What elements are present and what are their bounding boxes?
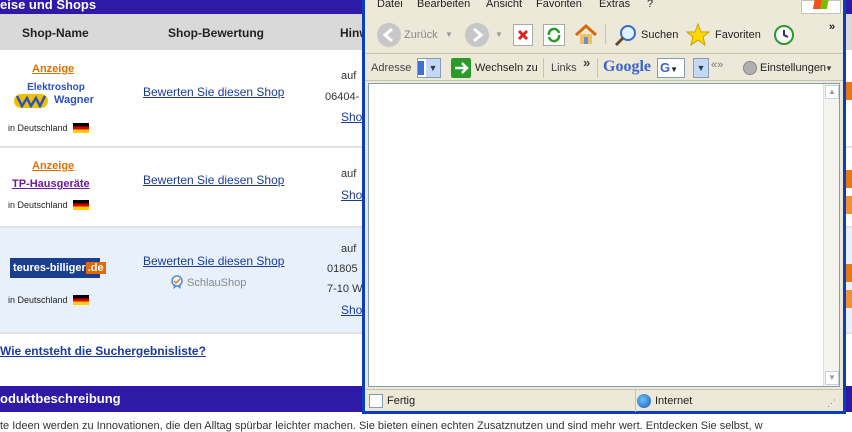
toolbar-overflow-chevron-icon[interactable]: »	[829, 14, 835, 40]
go-arrow-icon[interactable]	[451, 58, 471, 78]
ww-logo-icon	[14, 94, 48, 108]
chevron-down-icon[interactable]: ▼	[445, 22, 453, 48]
address-label: Adresse	[371, 62, 412, 74]
ie-popup-window[interactable]: Datei Bearbeiten Ansicht Favoriten Extra…	[362, 0, 846, 414]
shop-link[interactable]: Sho	[341, 110, 362, 124]
hint-phone: 01805	[327, 263, 358, 275]
shop-button[interactable]	[846, 290, 852, 308]
stop-icon[interactable]	[513, 24, 533, 46]
status-bar: Fertig Internet ⋰	[365, 389, 843, 412]
column-header-shop-name: Shop-Name	[22, 26, 89, 40]
settings-icon	[743, 61, 757, 75]
security-zone-text: Internet	[655, 395, 693, 407]
ad-label-link[interactable]: Anzeige	[32, 63, 74, 75]
hint-text: auf	[341, 243, 357, 255]
settings-button[interactable]: Einstellungen	[760, 62, 826, 74]
logo-text: billiger	[49, 262, 86, 274]
refresh-icon[interactable]	[543, 24, 565, 46]
schlaushop-badge: SchlauShop	[170, 275, 246, 289]
menu-item-help[interactable]: ?	[647, 0, 653, 10]
search-icon[interactable]	[613, 22, 639, 48]
badge-text: SchlauShop	[187, 277, 247, 289]
resize-grip-icon[interactable]: ⋰	[827, 398, 836, 409]
links-overflow-chevron-icon[interactable]: »	[583, 55, 590, 70]
browser-content-area[interactable]: ▲ ▼	[368, 83, 840, 387]
logo-text: .de	[85, 262, 106, 274]
location-text: in Deutschland	[8, 295, 68, 305]
status-separator	[635, 390, 636, 412]
forward-arrow-icon[interactable]	[465, 23, 489, 47]
address-bar: Adresse ▼ Wechseln zu Links » Google G▼ …	[365, 55, 843, 81]
teures-billiger-logo[interactable]: teures-billiger .de	[10, 258, 106, 278]
shop-location: in Deutschland	[8, 123, 89, 133]
chevron-down-icon[interactable]: ▼	[693, 58, 709, 78]
ad-label-link[interactable]: Anzeige	[32, 160, 74, 172]
google-search-dropdown[interactable]: G▼	[657, 58, 685, 78]
chevron-down-icon[interactable]: ▼	[426, 59, 440, 77]
hint-text: auf	[341, 168, 357, 180]
menu-bar: Datei Bearbeiten Ansicht Favoriten Extra…	[365, 0, 843, 14]
vertical-scrollbar[interactable]: ▲ ▼	[823, 84, 839, 386]
status-text: Fertig	[387, 395, 416, 407]
shop-button[interactable]	[846, 196, 852, 214]
favorites-star-icon[interactable]	[685, 22, 711, 48]
hint-delivery: 7-10 W	[327, 283, 363, 295]
germany-flag-icon	[72, 200, 89, 210]
logo-text: Wagner	[54, 94, 94, 106]
shop-location: in Deutschland	[8, 295, 89, 305]
back-button[interactable]: Zurück	[404, 22, 438, 48]
chevron-down-icon: ▼	[670, 65, 679, 74]
location-text: in Deutschland	[8, 200, 68, 210]
germany-flag-icon	[72, 295, 89, 305]
back-arrow-icon[interactable]	[377, 23, 401, 47]
logo-text: teures-	[13, 262, 50, 274]
menu-item-view[interactable]: Ansicht	[486, 0, 522, 10]
google-toolbar-logo: Google	[603, 58, 651, 75]
hint-text: auf	[341, 70, 357, 82]
shop-name-link[interactable]: TP-Hausgeräte	[12, 178, 90, 190]
favorites-button[interactable]: Favoriten	[715, 22, 761, 48]
search-button[interactable]: Suchen	[641, 22, 678, 48]
menu-item-file[interactable]: Datei	[377, 0, 403, 10]
history-icon[interactable]	[771, 22, 797, 48]
shop-location: in Deutschland	[8, 200, 89, 210]
badge-ribbon-icon	[171, 275, 183, 289]
address-input[interactable]: ▼	[417, 58, 441, 78]
rate-shop-link[interactable]: Bewerten Sie diesen Shop	[143, 254, 284, 268]
shop-button[interactable]	[846, 264, 852, 282]
hint-phone: 06404-	[325, 91, 360, 103]
windows-logo-icon	[801, 0, 841, 14]
shop-button[interactable]	[846, 170, 852, 188]
overflow-icon[interactable]: «»	[711, 59, 723, 71]
elektroshop-wagner-logo[interactable]: Elektroshop Wagner	[14, 82, 98, 112]
rate-shop-link[interactable]: Bewerten Sie diesen Shop	[143, 173, 284, 187]
standard-toolbar: Zurück ▼ ▼ Suchen Favoriten »	[365, 16, 843, 54]
links-label[interactable]: Links	[551, 62, 577, 74]
germany-flag-icon	[72, 123, 89, 133]
shop-link[interactable]: Sho	[341, 303, 362, 317]
toolbar-separator	[597, 58, 598, 78]
home-icon[interactable]	[573, 22, 599, 48]
shop-button[interactable]	[846, 82, 852, 100]
page-status-icon	[369, 394, 383, 408]
chevron-down-icon[interactable]: ▼	[825, 64, 833, 73]
rate-shop-link[interactable]: Bewerten Sie diesen Shop	[143, 85, 284, 99]
product-description-text: te Ideen werden zu Innovationen, die den…	[0, 420, 763, 432]
toolbar-separator	[605, 24, 606, 44]
scroll-down-icon[interactable]: ▼	[825, 371, 839, 385]
shop-link[interactable]: Sho	[341, 188, 362, 202]
search-results-explanation-link[interactable]: Wie entsteht die Suchergebnisliste?	[0, 344, 206, 358]
chevron-down-icon[interactable]: ▼	[495, 22, 503, 48]
scroll-up-icon[interactable]: ▲	[825, 85, 839, 99]
menu-item-tools[interactable]: Extras	[599, 0, 630, 10]
location-text: in Deutschland	[8, 123, 68, 133]
menu-item-favorites[interactable]: Favoriten	[536, 0, 582, 10]
toolbar-separator	[543, 58, 544, 78]
globe-icon	[637, 394, 651, 408]
column-header-shop-rating: Shop-Bewertung	[168, 26, 264, 40]
go-button[interactable]: Wechseln zu	[475, 62, 538, 74]
menu-item-edit[interactable]: Bearbeiten	[417, 0, 470, 10]
page-icon	[418, 61, 424, 75]
